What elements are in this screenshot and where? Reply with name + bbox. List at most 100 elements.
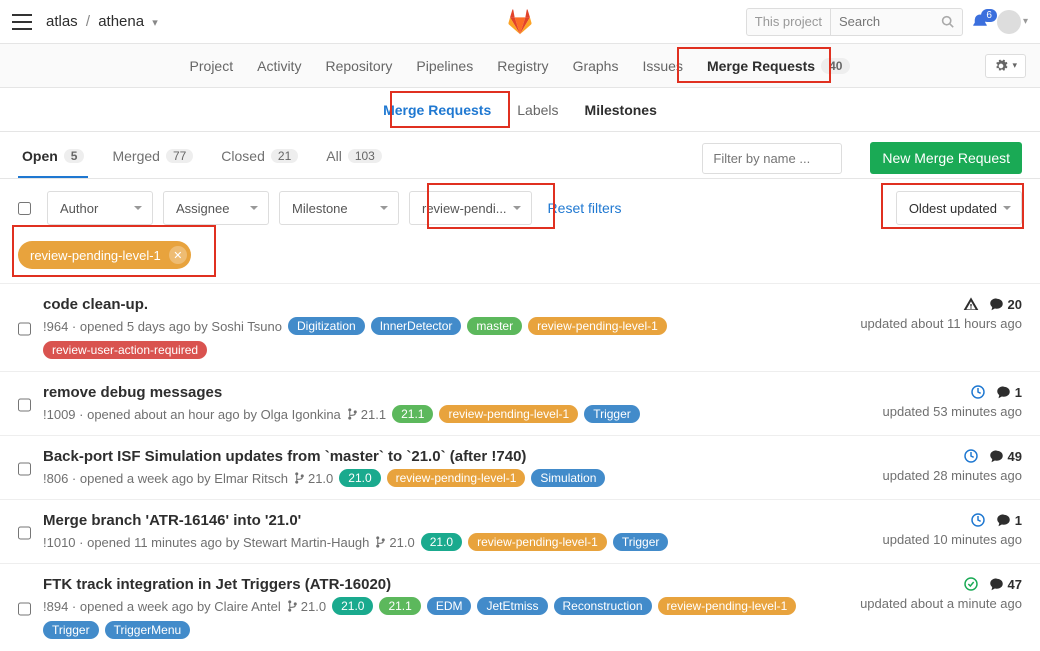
nav-graphs[interactable]: Graphs: [571, 54, 621, 78]
mr-checkbox[interactable]: [18, 579, 31, 639]
pipeline-status-icon: [963, 448, 979, 464]
label-pill[interactable]: Simulation: [531, 469, 605, 487]
mr-checkbox[interactable]: [18, 515, 31, 551]
search-scope[interactable]: This project: [747, 9, 831, 35]
mr-checkbox[interactable]: [18, 299, 31, 359]
nav-registry[interactable]: Registry: [495, 54, 550, 78]
updated-text: updated about a minute ago: [842, 596, 1022, 611]
label-pill[interactable]: Reconstruction: [554, 597, 652, 615]
label-pill[interactable]: review-pending-level-1: [528, 317, 667, 335]
label-pill[interactable]: Trigger: [43, 621, 99, 639]
label-pill[interactable]: review-pending-level-1: [439, 405, 578, 423]
author-dropdown[interactable]: Author: [47, 191, 153, 225]
sub-nav: Merge Requests Labels Milestones: [0, 88, 1040, 132]
merge-request-item: Merge branch 'ATR-16146' into '21.0'!101…: [0, 499, 1040, 563]
label-pill[interactable]: Digitization: [288, 317, 365, 335]
status-tab-closed[interactable]: Closed21: [217, 138, 302, 178]
merge-request-item: code clean-up.!964 · opened 5 days ago b…: [0, 283, 1040, 371]
assignee-dropdown[interactable]: Assignee: [163, 191, 269, 225]
comments-count[interactable]: 1: [996, 385, 1022, 400]
label-pill[interactable]: review-pending-level-1: [658, 597, 797, 615]
mr-title[interactable]: Merge branch 'ATR-16146' into '21.0': [43, 512, 830, 529]
notifications-icon[interactable]: 6: [971, 13, 989, 31]
status-tabs-row: Open5 Merged77 Closed21 All103 New Merge Re…: [0, 132, 1040, 179]
nav-issues[interactable]: Issues: [640, 54, 684, 78]
mr-side: 1updated 53 minutes ago: [842, 384, 1022, 423]
pipeline-status-icon: [970, 384, 986, 400]
notifications-count: 6: [981, 9, 997, 22]
sort-dropdown[interactable]: Oldest updated: [896, 191, 1022, 225]
mr-title[interactable]: code clean-up.: [43, 296, 830, 313]
mr-title[interactable]: remove debug messages: [43, 384, 830, 401]
label-pill[interactable]: InnerDetector: [371, 317, 462, 335]
select-all-checkbox[interactable]: [18, 202, 31, 215]
label-pill[interactable]: Trigger: [613, 533, 669, 551]
hamburger-icon[interactable]: [12, 14, 32, 30]
search-icon[interactable]: [941, 15, 962, 28]
branch-icon: 21.0: [294, 471, 333, 486]
gear-button[interactable]: ▾: [985, 54, 1026, 78]
nav-activity[interactable]: Activity: [255, 54, 303, 78]
label-pill[interactable]: 21.1: [392, 405, 433, 423]
comments-count[interactable]: 1: [996, 513, 1022, 528]
comments-count[interactable]: 47: [989, 577, 1022, 592]
milestone-dropdown[interactable]: Milestone: [279, 191, 399, 225]
subtab-labels[interactable]: Labels: [517, 102, 558, 118]
mr-title[interactable]: Back-port ISF Simulation updates from `m…: [43, 448, 830, 465]
chevron-down-icon[interactable]: ▾: [152, 17, 158, 29]
mr-title[interactable]: FTK track integration in Jet Triggers (A…: [43, 576, 830, 593]
filter-tag-label: review-pending-level-1: [30, 248, 161, 263]
comments-count[interactable]: 20: [989, 297, 1022, 312]
updated-text: updated 10 minutes ago: [842, 532, 1022, 547]
new-merge-request-button[interactable]: New Merge Request: [870, 142, 1022, 174]
label-pill[interactable]: 21.0: [421, 533, 462, 551]
label-pill[interactable]: 21.0: [339, 469, 380, 487]
label-pill[interactable]: Trigger: [584, 405, 640, 423]
avatar: [997, 10, 1021, 34]
mr-side: 47 updated about a minute ago: [842, 576, 1022, 639]
label-pill[interactable]: review-pending-level-1: [387, 469, 526, 487]
nav-project[interactable]: Project: [188, 54, 236, 78]
label-pill[interactable]: master: [467, 317, 522, 335]
label-pill[interactable]: EDM: [427, 597, 472, 615]
label-dd-text: review-pendi...: [422, 201, 507, 216]
status-count: 21: [271, 149, 298, 163]
label-pill[interactable]: 21.1: [379, 597, 420, 615]
branch-icon: 21.0: [287, 599, 326, 614]
label-pill[interactable]: TriggerMenu: [105, 621, 191, 639]
breadcrumb-group[interactable]: atlas: [46, 13, 78, 30]
nav-merge-requests[interactable]: Merge Requests 40: [705, 54, 853, 78]
status-tab-merged[interactable]: Merged77: [108, 138, 197, 178]
label-pill[interactable]: 21.0: [332, 597, 373, 615]
branch-icon: 21.1: [347, 407, 386, 422]
breadcrumb-project[interactable]: athena: [98, 13, 144, 30]
mr-meta: !806 · opened a week ago by Elmar Ritsch…: [43, 469, 830, 487]
subtab-merge-requests[interactable]: Merge Requests: [383, 102, 491, 118]
nav-repository[interactable]: Repository: [323, 54, 394, 78]
subtab-milestones[interactable]: Milestones: [585, 102, 657, 118]
gitlab-logo[interactable]: [506, 9, 534, 35]
label-pill[interactable]: JetEtmiss: [477, 597, 547, 615]
label-pill[interactable]: review-pending-level-1: [468, 533, 607, 551]
top-header: atlas / athena ▾ This project 6 ▾: [0, 0, 1040, 44]
pipeline-status-icon: [963, 296, 979, 312]
search-box[interactable]: This project: [746, 8, 963, 36]
nav-pipelines[interactable]: Pipelines: [414, 54, 475, 78]
status-tab-all[interactable]: All103: [322, 138, 386, 178]
reset-filters-link[interactable]: Reset filters: [548, 200, 622, 216]
comments-count[interactable]: 49: [989, 449, 1022, 464]
status-tab-open[interactable]: Open5: [18, 138, 88, 178]
label-pill[interactable]: review-user-action-required: [43, 341, 207, 359]
assignee-label: Assignee: [176, 201, 229, 216]
breadcrumb[interactable]: atlas / athena ▾: [46, 13, 158, 30]
mr-checkbox[interactable]: [18, 387, 31, 423]
label-dropdown[interactable]: review-pendi...: [409, 191, 532, 225]
user-menu[interactable]: ▾: [997, 10, 1028, 34]
mr-checkbox[interactable]: [18, 451, 31, 487]
filter-by-name-input[interactable]: [702, 143, 842, 174]
author-label: Author: [60, 201, 98, 216]
remove-tag-icon[interactable]: ✕: [169, 246, 187, 264]
search-input[interactable]: [831, 14, 941, 29]
branch-icon: 21.0: [375, 535, 414, 550]
mr-side: 1 updated 10 minutes ago: [842, 512, 1022, 551]
